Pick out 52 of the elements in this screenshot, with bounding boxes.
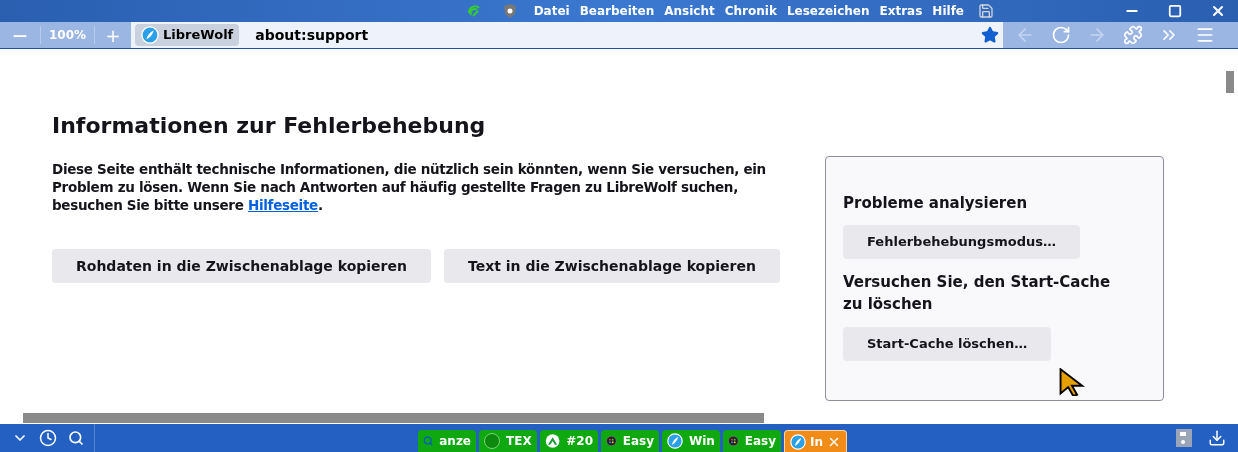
clear-cache-button[interactable]: Start-Cache löschen… bbox=[843, 326, 1052, 361]
taskbar-item-label: In bbox=[810, 433, 823, 451]
intro-paragraph: Diese Seite enthält technische Informationen, die nützlich sein könnten, wenn Sie versuchen, ein Problem zu lösen. Wenn Sie nach Antworten auf häufig gestellte Fragen zu LibreWolf suchen, besuchen Sie bitte unsere Hilfeseite. bbox=[52, 160, 767, 214]
taskbar-item[interactable]: Easy bbox=[723, 430, 781, 452]
wolf-logo-icon bbox=[141, 26, 160, 44]
taskbar-item-label: TEX bbox=[506, 433, 532, 450]
puzzle-icon[interactable] bbox=[1123, 25, 1144, 45]
taskbar-item[interactable]: Easy bbox=[601, 430, 659, 452]
identity-badge[interactable]: LibreWolf bbox=[135, 24, 240, 46]
taskbar-item[interactable]: TEX bbox=[479, 430, 537, 452]
mouse-pointer-icon bbox=[1059, 368, 1085, 396]
copy-button[interactable]: Rohdaten in die Zwischenablage kopieren bbox=[52, 249, 431, 283]
taskbar-item[interactable]: anze bbox=[418, 430, 476, 452]
menu-item[interactable]: Datei bbox=[533, 2, 570, 20]
grid-logo-icon bbox=[728, 433, 739, 449]
clock-icon[interactable] bbox=[39, 429, 57, 447]
taskbar-item-label: anze bbox=[439, 433, 471, 450]
download-icon[interactable] bbox=[1208, 429, 1226, 447]
taskbar-item[interactable]: In bbox=[784, 430, 847, 452]
taskbar-item[interactable]: #20 bbox=[540, 430, 598, 452]
maximize-icon[interactable] bbox=[1168, 4, 1182, 18]
menu-item[interactable]: Chronik bbox=[724, 2, 777, 20]
menu-item[interactable]: Hilfe bbox=[932, 2, 964, 20]
close-icon[interactable] bbox=[1210, 3, 1226, 19]
section-heading: Probleme analysieren bbox=[843, 193, 1028, 214]
help-link[interactable]: Hilfeseite bbox=[247, 197, 318, 213]
wolf-logo-icon bbox=[667, 433, 683, 449]
taskbar-item-label: Easy bbox=[622, 433, 654, 450]
vertical-scrollbar-thumb[interactable] bbox=[1226, 71, 1234, 93]
bookmark-star-icon[interactable] bbox=[981, 26, 1000, 44]
media-icon bbox=[1176, 429, 1192, 447]
section-heading: Versuchen Sie, den Start-Cache zu löschen bbox=[843, 271, 1112, 315]
copy-button[interactable]: Text in die Zwischenablage kopieren bbox=[444, 249, 780, 283]
url-text: about:support bbox=[255, 25, 369, 45]
arrow-logo-icon bbox=[545, 433, 561, 449]
search-icon[interactable] bbox=[68, 430, 84, 446]
taskbar-item-label: #20 bbox=[566, 433, 593, 450]
menu-item[interactable]: Ansicht bbox=[664, 2, 715, 20]
menu-item[interactable]: Extras bbox=[879, 2, 923, 20]
taskbar-item-label: Easy bbox=[744, 433, 776, 450]
wolf-logo-icon bbox=[790, 433, 806, 450]
save-icon bbox=[978, 3, 994, 19]
reload-icon[interactable] bbox=[1051, 25, 1072, 45]
troubleshoot-mode-button[interactable]: Fehlerbehebungsmodus… bbox=[843, 224, 1080, 259]
address-bar[interactable]: LibreWolf about:support bbox=[131, 22, 1004, 48]
taskbar-item[interactable]: Win bbox=[662, 430, 720, 452]
menu-item[interactable]: Lesezeichen bbox=[786, 2, 870, 20]
taskbar-item-label: Win bbox=[689, 433, 715, 450]
horizontal-scrollbar-thumb[interactable] bbox=[23, 413, 764, 423]
grid-logo-icon bbox=[606, 433, 617, 449]
page-title: Informationen zur Fehlerbehebung bbox=[52, 112, 487, 140]
menu-item[interactable]: Bearbeiten bbox=[579, 2, 655, 20]
